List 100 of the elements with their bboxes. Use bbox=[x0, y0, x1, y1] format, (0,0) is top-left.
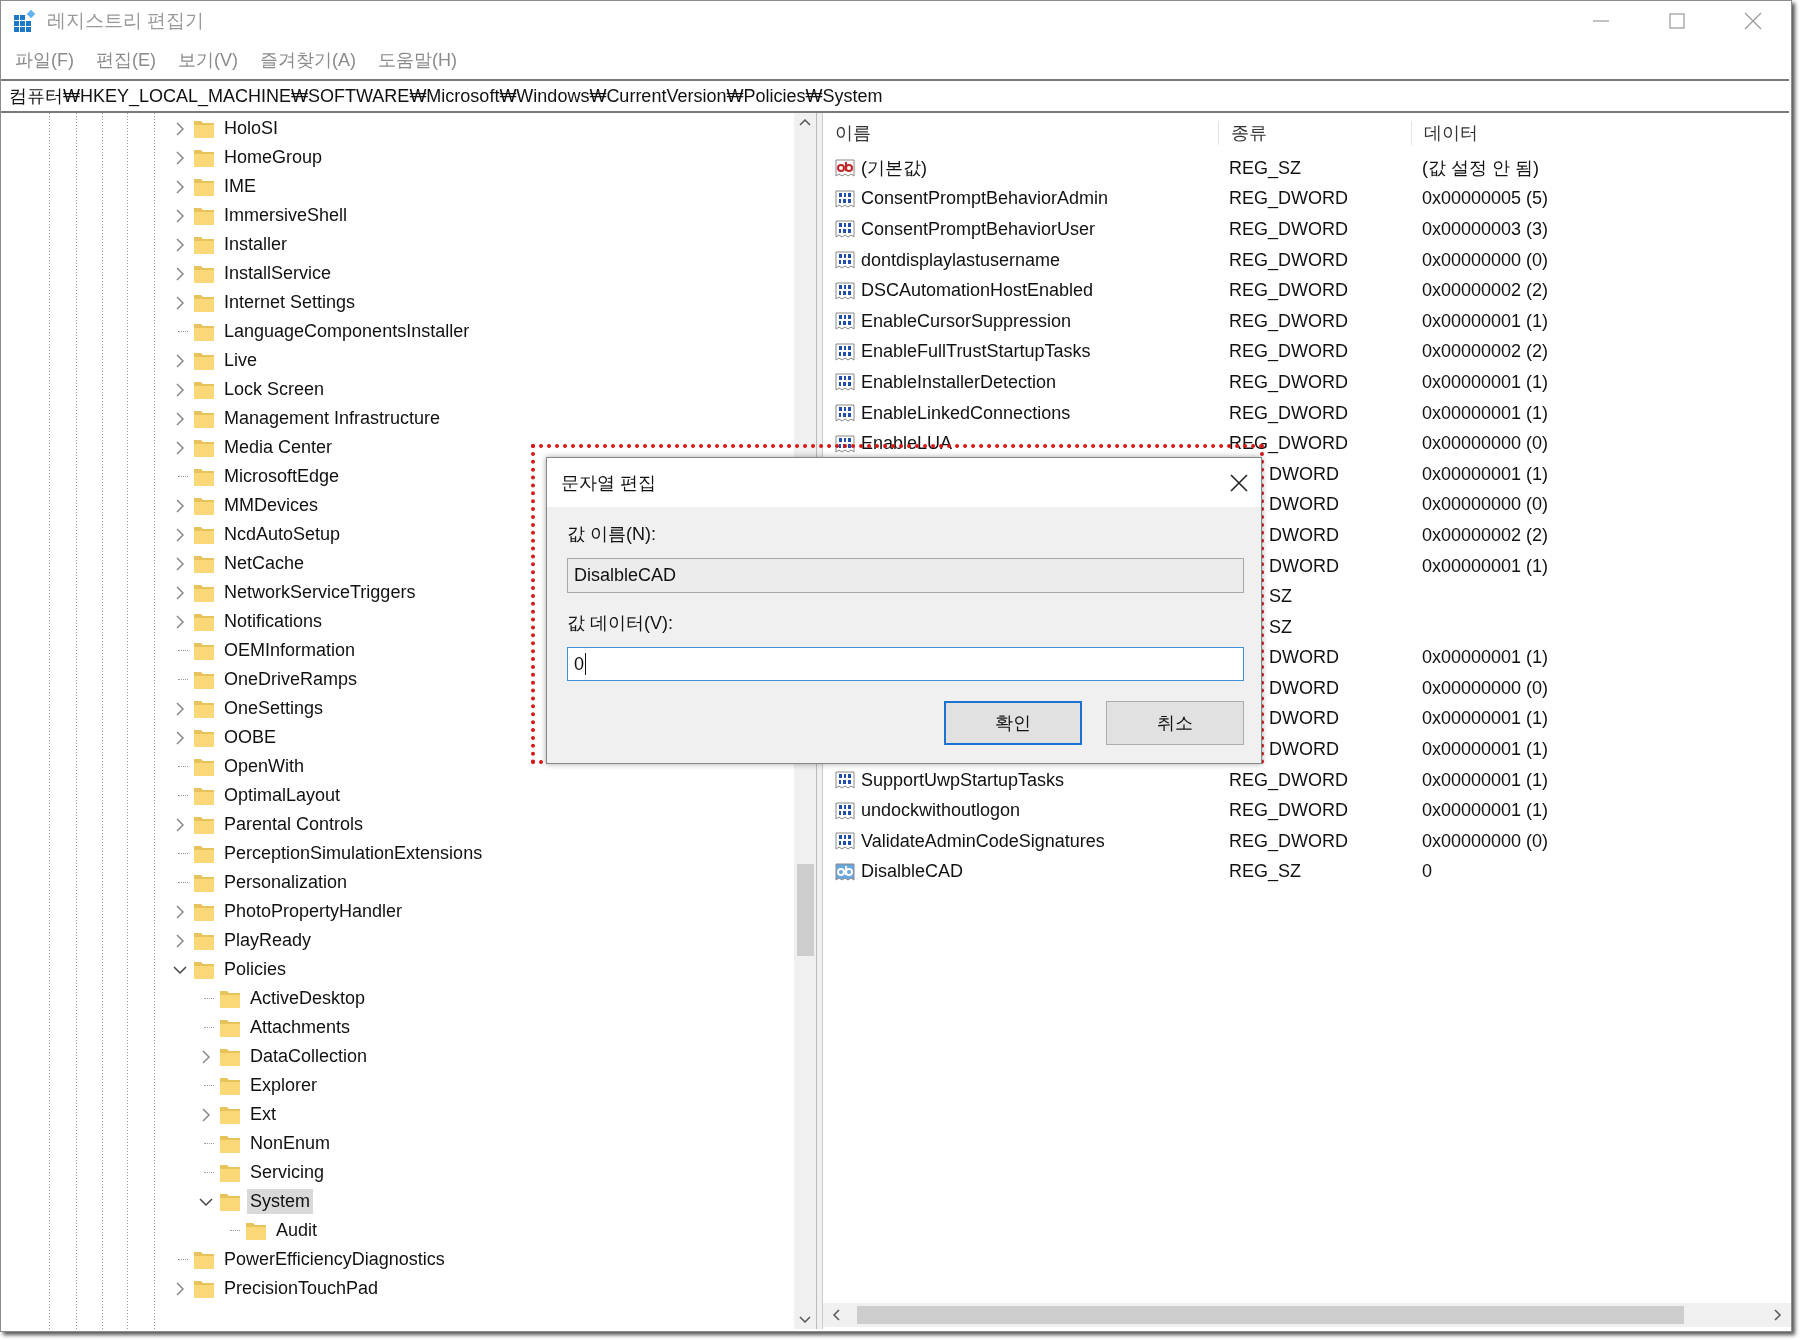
tree-item[interactable]: Installer bbox=[221, 232, 291, 257]
column-header[interactable]: 이름 bbox=[823, 121, 1218, 145]
tree-item[interactable]: PlayReady bbox=[221, 928, 315, 953]
chevron-right-icon[interactable] bbox=[175, 150, 185, 165]
chevron-right-icon[interactable] bbox=[175, 440, 185, 455]
scroll-thumb[interactable] bbox=[796, 864, 814, 956]
tree-item[interactable]: ActiveDesktop bbox=[247, 986, 369, 1011]
tree-item[interactable]: Media Center bbox=[221, 435, 336, 460]
tree-item[interactable]: Ext bbox=[247, 1102, 279, 1127]
chevron-right-icon[interactable] bbox=[175, 498, 185, 513]
value-name[interactable]: ConsentPromptBehaviorUser bbox=[861, 219, 1096, 240]
tree-item[interactable]: Servicing bbox=[247, 1160, 328, 1185]
tree-item[interactable]: HomeGroup bbox=[221, 145, 326, 170]
scroll-thumb[interactable] bbox=[857, 1306, 1684, 1324]
value-type: REG_DWORD bbox=[1229, 402, 1348, 423]
column-header[interactable]: 종류 bbox=[1218, 121, 1411, 145]
dialog-button[interactable]: 취소 bbox=[1106, 701, 1244, 745]
value-name[interactable]: undockwithoutlogon bbox=[861, 800, 1021, 822]
address-bar[interactable]: 컴퓨터₩HKEY_LOCAL_MACHINE₩SOFTWARE₩Microsoft₩Windows₩CurrentVersion₩Policies₩System bbox=[1, 79, 1789, 113]
chevron-right-icon[interactable] bbox=[175, 121, 185, 136]
tree-item[interactable]: Lock Screen bbox=[221, 377, 328, 402]
chevron-right-icon[interactable] bbox=[175, 266, 185, 281]
tree-item[interactable]: NonEnum bbox=[247, 1131, 334, 1156]
tree-item[interactable]: Attachments bbox=[247, 1015, 354, 1040]
tree-item[interactable]: OEMInformation bbox=[221, 638, 359, 663]
value-type: REG_SZ bbox=[1229, 157, 1302, 178]
tree-item[interactable]: MicrosoftEdge bbox=[221, 464, 343, 489]
dialog-button[interactable]: 확인 bbox=[944, 701, 1082, 745]
tree-item[interactable]: OOBE bbox=[221, 725, 279, 750]
value-data: 0x00000000 (0) bbox=[1422, 433, 1549, 454]
chevron-right-icon[interactable] bbox=[201, 1049, 211, 1064]
chevron-right-icon[interactable] bbox=[175, 527, 185, 542]
tree-item[interactable]: OneDriveRamps bbox=[221, 667, 361, 692]
chevron-right-icon[interactable] bbox=[201, 1107, 211, 1122]
value-name[interactable]: ValidateAdminCodeSignatures bbox=[861, 830, 1105, 852]
close-icon[interactable] bbox=[1229, 472, 1249, 493]
tree-item[interactable]: ImmersiveShell bbox=[221, 203, 351, 228]
tree-item[interactable]: Policies bbox=[221, 957, 290, 982]
value-name[interactable]: EnableFullTrustStartupTasks bbox=[861, 341, 1091, 363]
tree-item[interactable]: OneSettings bbox=[221, 696, 327, 721]
value-name[interactable]: SupportUwpStartupTasks bbox=[861, 769, 1065, 791]
chevron-right-icon[interactable] bbox=[175, 817, 185, 832]
window-title: 레지스트리 편집기 bbox=[47, 9, 205, 33]
chevron-right-icon[interactable] bbox=[175, 585, 185, 600]
value-name[interactable]: (기본값) bbox=[861, 156, 927, 181]
chevron-right-icon[interactable] bbox=[175, 556, 185, 571]
value-name-field[interactable]: DisalbleCAD bbox=[567, 558, 1244, 593]
chevron-down-icon[interactable] bbox=[173, 964, 187, 975]
tree-item[interactable]: PhotoPropertyHandler bbox=[221, 899, 406, 924]
value-data-field[interactable]: 0 bbox=[567, 647, 1244, 681]
tree-item[interactable]: NetworkServiceTriggers bbox=[221, 580, 419, 605]
tree-item[interactable]: NcdAutoSetup bbox=[221, 522, 344, 547]
tree-item[interactable]: PowerEfficiencyDiagnostics bbox=[221, 1247, 448, 1272]
tree-item[interactable]: PrecisionTouchPad bbox=[221, 1276, 382, 1301]
chevron-right-icon[interactable] bbox=[175, 411, 185, 426]
tree-item[interactable]: Parental Controls bbox=[221, 812, 367, 837]
tree-item[interactable]: MMDevices bbox=[221, 493, 321, 518]
chevron-right-icon[interactable] bbox=[175, 295, 185, 310]
value-name[interactable]: EnableLUA bbox=[861, 433, 953, 455]
tree-item[interactable]: Management Infrastructure bbox=[221, 406, 444, 431]
tree-item[interactable]: PerceptionSimulationExtensions bbox=[221, 841, 486, 866]
menu-item[interactable]: 보기(V) bbox=[178, 48, 238, 72]
tree-item[interactable]: InstallService bbox=[221, 261, 335, 286]
value-name[interactable]: dontdisplaylastusername bbox=[861, 249, 1061, 271]
value-name[interactable]: EnableCursorSuppression bbox=[861, 310, 1072, 332]
value-name[interactable]: EnableLinkedConnections bbox=[861, 402, 1071, 424]
chevron-right-icon[interactable] bbox=[175, 933, 185, 948]
value-data: 0x00000001 (1) bbox=[1422, 371, 1549, 392]
tree-item[interactable]: Audit bbox=[273, 1218, 321, 1243]
tree-item[interactable]: DataCollection bbox=[247, 1044, 371, 1069]
chevron-right-icon[interactable] bbox=[175, 179, 185, 194]
column-header[interactable]: 데이터 bbox=[1411, 121, 1791, 145]
chevron-right-icon[interactable] bbox=[175, 614, 185, 629]
tree-item[interactable]: OpenWith bbox=[221, 754, 308, 779]
value-data: 0x00000000 (0) bbox=[1422, 677, 1549, 698]
chevron-right-icon[interactable] bbox=[175, 701, 185, 716]
tree-item[interactable]: Personalization bbox=[221, 870, 351, 895]
value-name[interactable]: EnableInstallerDetection bbox=[861, 371, 1057, 393]
chevron-right-icon[interactable] bbox=[175, 730, 185, 745]
value-name[interactable]: ConsentPromptBehaviorAdmin bbox=[861, 188, 1109, 210]
tree-item[interactable]: Notifications bbox=[221, 609, 326, 634]
tree-item[interactable]: Live bbox=[221, 348, 261, 373]
chevron-right-icon[interactable] bbox=[175, 382, 185, 397]
horizontal-scrollbar[interactable] bbox=[823, 1303, 1791, 1327]
value-name[interactable]: DisalbleCAD bbox=[861, 861, 964, 883]
chevron-right-icon[interactable] bbox=[175, 904, 185, 919]
chevron-right-icon[interactable] bbox=[175, 1281, 185, 1296]
tree-item[interactable]: HoloSI bbox=[221, 116, 282, 141]
tree-item[interactable]: IME bbox=[221, 174, 259, 199]
chevron-right-icon[interactable] bbox=[175, 208, 185, 223]
tree-item[interactable]: System bbox=[247, 1189, 313, 1214]
tree-item[interactable]: Internet Settings bbox=[221, 290, 359, 315]
chevron-right-icon[interactable] bbox=[175, 237, 185, 252]
chevron-down-icon[interactable] bbox=[199, 1196, 213, 1207]
tree-item[interactable]: NetCache bbox=[221, 551, 308, 576]
tree-item[interactable]: OptimalLayout bbox=[221, 783, 344, 808]
value-name[interactable]: DSCAutomationHostEnabled bbox=[861, 280, 1094, 302]
tree-item[interactable]: LanguageComponentsInstaller bbox=[221, 319, 473, 344]
chevron-right-icon[interactable] bbox=[175, 353, 185, 368]
tree-item[interactable]: Explorer bbox=[247, 1073, 321, 1098]
